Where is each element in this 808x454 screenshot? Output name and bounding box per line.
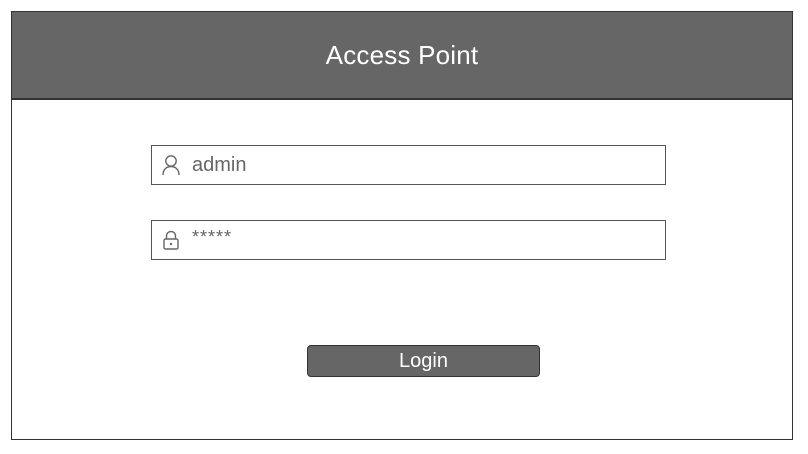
user-icon — [160, 154, 182, 176]
username-value[interactable]: admin — [192, 154, 246, 177]
login-button[interactable]: Login — [307, 345, 540, 377]
header-bar: Access Point — [12, 12, 792, 100]
login-button-label: Login — [399, 349, 448, 372]
username-field[interactable]: admin — [151, 145, 666, 185]
login-window: Access Point admin ***** Login — [11, 11, 793, 440]
lock-icon — [160, 229, 182, 251]
page-title: Access Point — [325, 39, 479, 70]
password-value[interactable]: ***** — [192, 227, 232, 248]
password-field[interactable]: ***** — [151, 220, 666, 260]
